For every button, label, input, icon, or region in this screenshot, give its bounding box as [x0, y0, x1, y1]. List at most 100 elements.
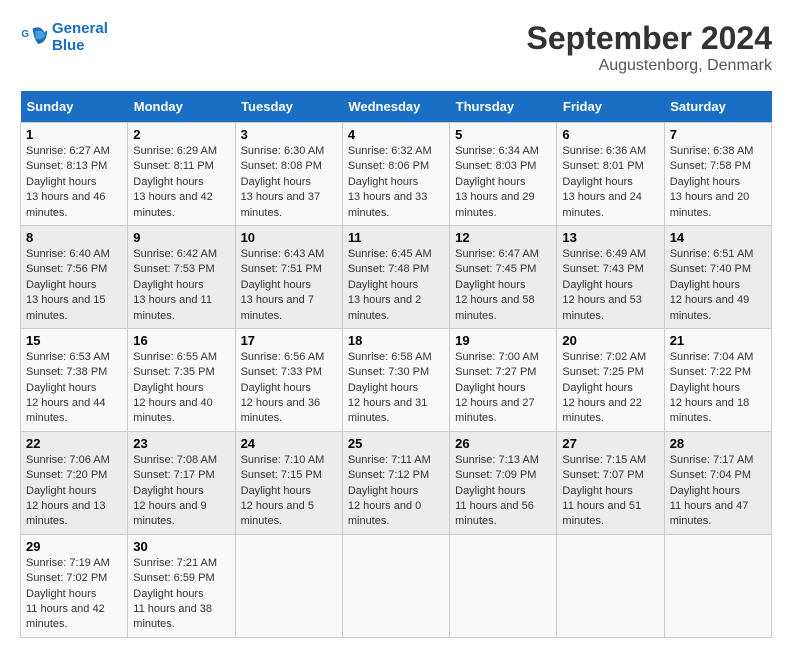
day-detail: Sunrise: 7:21 AM Sunset: 6:59 PM Dayligh…: [133, 556, 229, 633]
day-number: 6: [562, 127, 658, 142]
day-number: 17: [241, 333, 337, 348]
day-detail: Sunrise: 7:17 AM Sunset: 7:04 PM Dayligh…: [670, 453, 766, 530]
calendar-cell: 23 Sunrise: 7:08 AM Sunset: 7:17 PM Dayl…: [128, 431, 235, 534]
day-number: 7: [670, 127, 766, 142]
calendar-cell: [450, 534, 557, 637]
day-detail: Sunrise: 6:47 AM Sunset: 7:45 PM Dayligh…: [455, 247, 551, 324]
day-number: 16: [133, 333, 229, 348]
day-detail: Sunrise: 7:04 AM Sunset: 7:22 PM Dayligh…: [670, 350, 766, 427]
calendar-cell: [342, 534, 449, 637]
calendar-cell: 15 Sunrise: 6:53 AM Sunset: 7:38 PM Dayl…: [21, 328, 128, 431]
day-detail: Sunrise: 7:06 AM Sunset: 7:20 PM Dayligh…: [26, 453, 122, 530]
day-number: 15: [26, 333, 122, 348]
day-number: 21: [670, 333, 766, 348]
calendar-cell: 18 Sunrise: 6:58 AM Sunset: 7:30 PM Dayl…: [342, 328, 449, 431]
calendar-cell: 21 Sunrise: 7:04 AM Sunset: 7:22 PM Dayl…: [664, 328, 771, 431]
day-detail: Sunrise: 6:29 AM Sunset: 8:11 PM Dayligh…: [133, 144, 229, 221]
calendar-cell: 3 Sunrise: 6:30 AM Sunset: 8:08 PM Dayli…: [235, 123, 342, 226]
logo: G General Blue: [20, 20, 108, 54]
calendar-cell: 4 Sunrise: 6:32 AM Sunset: 8:06 PM Dayli…: [342, 123, 449, 226]
day-detail: Sunrise: 6:45 AM Sunset: 7:48 PM Dayligh…: [348, 247, 444, 324]
day-detail: Sunrise: 7:10 AM Sunset: 7:15 PM Dayligh…: [241, 453, 337, 530]
day-detail: Sunrise: 6:49 AM Sunset: 7:43 PM Dayligh…: [562, 247, 658, 324]
logo-text: General Blue: [52, 20, 108, 54]
week-row-1: 1 Sunrise: 6:27 AM Sunset: 8:13 PM Dayli…: [21, 123, 772, 226]
calendar-table: SundayMondayTuesdayWednesdayThursdayFrid…: [20, 91, 772, 638]
calendar-cell: 2 Sunrise: 6:29 AM Sunset: 8:11 PM Dayli…: [128, 123, 235, 226]
calendar-cell: 22 Sunrise: 7:06 AM Sunset: 7:20 PM Dayl…: [21, 431, 128, 534]
calendar-cell: 16 Sunrise: 6:55 AM Sunset: 7:35 PM Dayl…: [128, 328, 235, 431]
calendar-cell: 17 Sunrise: 6:56 AM Sunset: 7:33 PM Dayl…: [235, 328, 342, 431]
day-detail: Sunrise: 7:15 AM Sunset: 7:07 PM Dayligh…: [562, 453, 658, 530]
day-detail: Sunrise: 6:53 AM Sunset: 7:38 PM Dayligh…: [26, 350, 122, 427]
day-detail: Sunrise: 7:13 AM Sunset: 7:09 PM Dayligh…: [455, 453, 551, 530]
week-row-2: 8 Sunrise: 6:40 AM Sunset: 7:56 PM Dayli…: [21, 225, 772, 328]
day-number: 5: [455, 127, 551, 142]
day-number: 9: [133, 230, 229, 245]
calendar-cell: 11 Sunrise: 6:45 AM Sunset: 7:48 PM Dayl…: [342, 225, 449, 328]
day-number: 18: [348, 333, 444, 348]
weekday-header-wednesday: Wednesday: [342, 91, 449, 123]
calendar-cell: [235, 534, 342, 637]
day-detail: Sunrise: 7:02 AM Sunset: 7:25 PM Dayligh…: [562, 350, 658, 427]
calendar-cell: 5 Sunrise: 6:34 AM Sunset: 8:03 PM Dayli…: [450, 123, 557, 226]
day-number: 24: [241, 436, 337, 451]
weekday-header-tuesday: Tuesday: [235, 91, 342, 123]
day-detail: Sunrise: 6:51 AM Sunset: 7:40 PM Dayligh…: [670, 247, 766, 324]
week-row-4: 22 Sunrise: 7:06 AM Sunset: 7:20 PM Dayl…: [21, 431, 772, 534]
calendar-cell: 12 Sunrise: 6:47 AM Sunset: 7:45 PM Dayl…: [450, 225, 557, 328]
weekday-header-friday: Friday: [557, 91, 664, 123]
location-title: Augustenborg, Denmark: [527, 57, 772, 75]
day-detail: Sunrise: 6:42 AM Sunset: 7:53 PM Dayligh…: [133, 247, 229, 324]
calendar-cell: 1 Sunrise: 6:27 AM Sunset: 8:13 PM Dayli…: [21, 123, 128, 226]
calendar-cell: 7 Sunrise: 6:38 AM Sunset: 7:58 PM Dayli…: [664, 123, 771, 226]
title-area: September 2024 Augustenborg, Denmark: [527, 20, 772, 75]
svg-text:G: G: [21, 29, 29, 40]
day-number: 27: [562, 436, 658, 451]
day-number: 10: [241, 230, 337, 245]
calendar-cell: [664, 534, 771, 637]
day-detail: Sunrise: 7:08 AM Sunset: 7:17 PM Dayligh…: [133, 453, 229, 530]
day-number: 30: [133, 539, 229, 554]
day-number: 26: [455, 436, 551, 451]
calendar-cell: [557, 534, 664, 637]
weekday-header-sunday: Sunday: [21, 91, 128, 123]
day-number: 19: [455, 333, 551, 348]
day-number: 1: [26, 127, 122, 142]
calendar-cell: 8 Sunrise: 6:40 AM Sunset: 7:56 PM Dayli…: [21, 225, 128, 328]
calendar-cell: 25 Sunrise: 7:11 AM Sunset: 7:12 PM Dayl…: [342, 431, 449, 534]
weekday-header-monday: Monday: [128, 91, 235, 123]
day-detail: Sunrise: 6:32 AM Sunset: 8:06 PM Dayligh…: [348, 144, 444, 221]
calendar-cell: 10 Sunrise: 6:43 AM Sunset: 7:51 PM Dayl…: [235, 225, 342, 328]
day-number: 12: [455, 230, 551, 245]
day-number: 2: [133, 127, 229, 142]
header: G General Blue September 2024 Augustenbo…: [20, 20, 772, 75]
calendar-cell: 30 Sunrise: 7:21 AM Sunset: 6:59 PM Dayl…: [128, 534, 235, 637]
day-number: 11: [348, 230, 444, 245]
day-number: 25: [348, 436, 444, 451]
day-detail: Sunrise: 6:43 AM Sunset: 7:51 PM Dayligh…: [241, 247, 337, 324]
day-number: 14: [670, 230, 766, 245]
day-detail: Sunrise: 6:27 AM Sunset: 8:13 PM Dayligh…: [26, 144, 122, 221]
day-detail: Sunrise: 6:58 AM Sunset: 7:30 PM Dayligh…: [348, 350, 444, 427]
day-number: 23: [133, 436, 229, 451]
day-number: 22: [26, 436, 122, 451]
day-number: 29: [26, 539, 122, 554]
day-detail: Sunrise: 6:38 AM Sunset: 7:58 PM Dayligh…: [670, 144, 766, 221]
weekday-header-thursday: Thursday: [450, 91, 557, 123]
week-row-5: 29 Sunrise: 7:19 AM Sunset: 7:02 PM Dayl…: [21, 534, 772, 637]
day-number: 8: [26, 230, 122, 245]
day-number: 20: [562, 333, 658, 348]
day-number: 4: [348, 127, 444, 142]
day-detail: Sunrise: 7:11 AM Sunset: 7:12 PM Dayligh…: [348, 453, 444, 530]
calendar-cell: 29 Sunrise: 7:19 AM Sunset: 7:02 PM Dayl…: [21, 534, 128, 637]
calendar-cell: 19 Sunrise: 7:00 AM Sunset: 7:27 PM Dayl…: [450, 328, 557, 431]
day-detail: Sunrise: 6:40 AM Sunset: 7:56 PM Dayligh…: [26, 247, 122, 324]
day-number: 28: [670, 436, 766, 451]
day-detail: Sunrise: 6:56 AM Sunset: 7:33 PM Dayligh…: [241, 350, 337, 427]
day-detail: Sunrise: 7:19 AM Sunset: 7:02 PM Dayligh…: [26, 556, 122, 633]
day-number: 13: [562, 230, 658, 245]
weekday-header-row: SundayMondayTuesdayWednesdayThursdayFrid…: [21, 91, 772, 123]
calendar-cell: 6 Sunrise: 6:36 AM Sunset: 8:01 PM Dayli…: [557, 123, 664, 226]
calendar-cell: 27 Sunrise: 7:15 AM Sunset: 7:07 PM Dayl…: [557, 431, 664, 534]
